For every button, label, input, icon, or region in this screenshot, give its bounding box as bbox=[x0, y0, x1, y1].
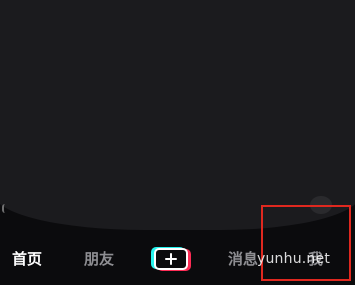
watermark-text: yunhu.net bbox=[257, 251, 331, 267]
tab-messages[interactable]: 消息 bbox=[228, 249, 258, 269]
highlight-annotation-box bbox=[261, 205, 351, 281]
video-content-area[interactable] bbox=[0, 0, 355, 230]
app-screen: 首页 朋友 消息 我 yunhu.net bbox=[0, 0, 355, 285]
tab-home[interactable]: 首页 bbox=[12, 249, 42, 269]
plus-icon bbox=[154, 248, 188, 270]
left-edge-indicator bbox=[2, 204, 8, 213]
tab-friends[interactable]: 朋友 bbox=[84, 249, 114, 269]
create-video-button[interactable] bbox=[151, 247, 191, 271]
